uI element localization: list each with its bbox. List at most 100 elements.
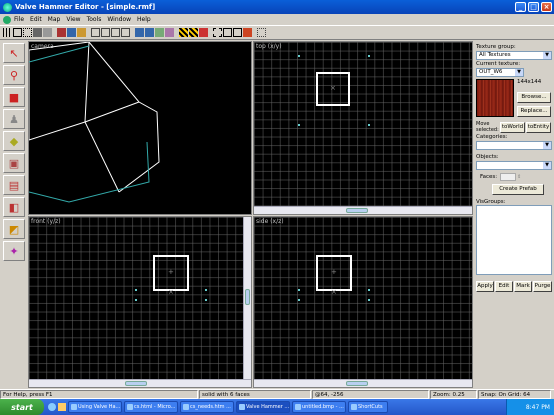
maximize-button[interactable]: □: [528, 2, 539, 12]
path-icon[interactable]: [257, 28, 266, 37]
visgroups-list[interactable]: [476, 205, 552, 275]
front-vertical-scrollbar[interactable]: [243, 217, 251, 379]
save-window-state-icon[interactable]: [67, 28, 76, 37]
task-button[interactable]: Using Valve Ha...: [68, 401, 122, 413]
decal-tool-icon[interactable]: ◧: [3, 197, 25, 217]
faces-spinner-icon[interactable]: ⇕: [517, 174, 521, 180]
group-icon[interactable]: [135, 28, 144, 37]
taskbar: start Using Valve Ha... cs.html - Micro.…: [0, 399, 554, 415]
apply-texture-icon[interactable]: ▤: [3, 175, 25, 195]
browse-button[interactable]: Browse...: [517, 92, 551, 103]
grid-larger-icon[interactable]: [43, 28, 52, 37]
create-prefab-button[interactable]: Create Prefab: [492, 184, 544, 195]
title-bar: Valve Hammer Editor - [simple.rmf] _ □ ×: [0, 0, 554, 14]
faces-input[interactable]: [500, 173, 517, 181]
grid-toggle-icon[interactable]: [3, 28, 12, 37]
task-button[interactable]: cs.html - Micro...: [124, 401, 178, 413]
grid-dotted-icon[interactable]: [23, 28, 32, 37]
carve-icon[interactable]: [179, 28, 188, 37]
texture-application-icon[interactable]: ▣: [3, 153, 25, 173]
texture-lock-icon[interactable]: [189, 28, 198, 37]
status-snap: Snap: On Grid: 64: [478, 390, 551, 399]
load-window-state-icon[interactable]: [57, 28, 66, 37]
show-items-icon[interactable]: [165, 28, 174, 37]
camera-tool-icon[interactable]: ■: [3, 87, 25, 107]
task-button[interactable]: ShortCuts: [348, 401, 388, 413]
quicklaunch-folder-icon[interactable]: [58, 403, 66, 411]
mark-button[interactable]: Mark: [514, 281, 532, 292]
vertex-tool-icon[interactable]: ✦: [3, 241, 25, 261]
texture-preview: [476, 79, 514, 117]
quicklaunch-browser-icon[interactable]: [48, 403, 56, 411]
ungroup-icon[interactable]: [145, 28, 154, 37]
magnify-tool-icon[interactable]: ⚲: [3, 65, 25, 85]
menu-window[interactable]: Window: [107, 16, 131, 23]
document-icon[interactable]: [3, 15, 11, 24]
status-zoom: Zoom: 0.25: [430, 390, 477, 399]
undo-icon[interactable]: [121, 28, 130, 37]
camera-viewport-label: camera: [31, 43, 54, 50]
cut-icon[interactable]: [91, 28, 100, 37]
window-title: Valve Hammer Editor - [simple.rmf]: [15, 3, 156, 11]
to-world-button[interactable]: toWorld: [500, 121, 525, 133]
chevron-down-icon[interactable]: ▼: [543, 142, 551, 149]
replace-button[interactable]: Replace...: [517, 106, 551, 117]
front-horizontal-scrollbar[interactable]: [29, 379, 251, 387]
camera-viewport[interactable]: camera: [28, 41, 252, 215]
grid-smaller-icon[interactable]: [33, 28, 42, 37]
menu-help[interactable]: Help: [137, 16, 151, 23]
current-texture-select[interactable]: OUT_W6 ▼: [476, 68, 524, 77]
paste-icon[interactable]: [111, 28, 120, 37]
chevron-down-icon[interactable]: ▼: [515, 69, 523, 76]
camera-wireframe: [29, 42, 160, 203]
align-icon[interactable]: [223, 28, 232, 37]
flip-icon[interactable]: [233, 28, 242, 37]
front-viewport[interactable]: + × front (y/z): [28, 216, 252, 388]
chevron-down-icon[interactable]: ▼: [543, 52, 551, 59]
current-texture-label: Current texture:: [476, 61, 521, 67]
purge-button[interactable]: Purge: [533, 281, 552, 292]
top-viewport-label: top (x/y): [256, 43, 282, 50]
main-toolbar: [0, 25, 554, 40]
edit-button[interactable]: Edit: [495, 281, 513, 292]
close-button[interactable]: ×: [541, 2, 552, 12]
selection-tool-icon[interactable]: ↖: [3, 43, 25, 63]
menu-file[interactable]: File: [14, 16, 24, 23]
side-horizontal-scrollbar[interactable]: [254, 379, 472, 387]
block-tool-icon[interactable]: ◆: [3, 131, 25, 151]
top-viewport[interactable]: × top (x/y): [253, 41, 473, 215]
categories-label: Categories:: [476, 134, 508, 140]
menu-map[interactable]: Map: [48, 16, 61, 23]
menu-tools[interactable]: Tools: [87, 16, 102, 23]
side-viewport[interactable]: + × side (x/z): [253, 216, 473, 388]
minimize-button[interactable]: _: [515, 2, 526, 12]
menu-edit[interactable]: Edit: [30, 16, 42, 23]
categories-select[interactable]: ▼: [476, 141, 552, 150]
task-button[interactable]: cs_needs.htm ...: [180, 401, 234, 413]
top-horizontal-scrollbar[interactable]: [254, 206, 472, 214]
objects-select[interactable]: ▼: [476, 161, 552, 170]
texture-panel: Texture group: All Textures ▼ Current te…: [474, 41, 554, 389]
texture-group-label: Texture group:: [476, 44, 516, 50]
entity-tool-icon[interactable]: ♟: [3, 109, 25, 129]
apply-button[interactable]: Apply: [476, 281, 494, 292]
texture-group-select[interactable]: All Textures ▼: [476, 51, 552, 60]
decal-icon[interactable]: [243, 28, 252, 37]
status-help: For Help, press F1: [0, 390, 198, 399]
faces-label: Faces:: [480, 174, 498, 180]
start-button[interactable]: start: [0, 399, 44, 415]
to-entity-button[interactable]: toEntity: [526, 121, 551, 133]
clipping-tool-icon[interactable]: ◩: [3, 219, 25, 239]
copy-icon[interactable]: [101, 28, 110, 37]
run-map-icon[interactable]: [77, 28, 86, 37]
chevron-down-icon[interactable]: ▼: [543, 162, 551, 169]
hide-items-icon[interactable]: [155, 28, 164, 37]
menu-view[interactable]: View: [66, 16, 80, 23]
hollow-icon[interactable]: [199, 28, 208, 37]
task-button[interactable]: untitled.bmp - ...: [292, 401, 346, 413]
selection-mode-icon[interactable]: [213, 28, 222, 37]
task-button-active[interactable]: Valve Hammer ...: [236, 401, 290, 413]
texture-size: 144x144: [517, 79, 542, 85]
tool-palette: ↖ ⚲ ■ ♟ ◆ ▣ ▤ ◧ ◩ ✦: [0, 41, 28, 291]
grid-3d-icon[interactable]: [13, 28, 22, 37]
